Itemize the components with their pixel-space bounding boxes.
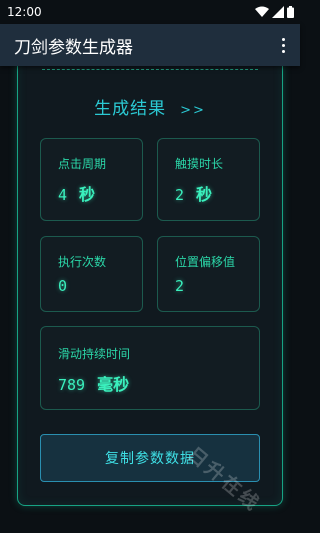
slide-duration-number: 789 [58, 376, 86, 394]
touch-duration-label: 触摸时长 [175, 157, 224, 171]
position-offset-card: 位置偏移值 2 [157, 236, 260, 312]
divider [42, 69, 258, 70]
exec-count-value: 0 [58, 277, 68, 295]
position-offset-value: 2 [175, 277, 185, 295]
result-title-text: 生成结果 [94, 99, 167, 119]
slide-duration-value: 789 毫秒 [58, 371, 129, 395]
slide-duration-unit: 毫秒 [97, 375, 130, 394]
battery-icon [287, 6, 294, 18]
click-period-card: 点击周期 4秒 [40, 138, 143, 221]
slide-duration-label: 滑动持续时间 [58, 347, 131, 361]
wifi-icon [255, 6, 269, 17]
click-period-unit: 秒 [79, 185, 96, 204]
touch-duration-card: 触摸时长 2秒 [157, 138, 260, 221]
result-title-arrows: >> [180, 103, 206, 118]
slide-duration-card: 滑动持续时间 789 毫秒 [40, 326, 260, 410]
click-period-label: 点击周期 [58, 157, 107, 171]
status-time: 12:00 [7, 5, 42, 19]
touch-duration-number: 2 [175, 186, 185, 204]
exec-count-label: 执行次数 [58, 255, 107, 269]
signal-icon [272, 6, 284, 18]
click-period-value: 4秒 [58, 181, 95, 205]
app-bar: 刀剑参数生成器 [0, 24, 300, 66]
status-bar: 12:00 [0, 0, 300, 24]
result-title: 生成结果 >> [0, 94, 300, 119]
touch-duration-unit: 秒 [196, 185, 213, 204]
status-icons [255, 6, 294, 18]
exec-count-card: 执行次数 0 [40, 236, 143, 312]
position-offset-label: 位置偏移值 [175, 255, 236, 269]
app-title: 刀剑参数生成器 [14, 37, 133, 58]
click-period-number: 4 [58, 186, 68, 204]
touch-duration-value: 2秒 [175, 181, 212, 205]
more-options-icon[interactable] [274, 31, 292, 59]
